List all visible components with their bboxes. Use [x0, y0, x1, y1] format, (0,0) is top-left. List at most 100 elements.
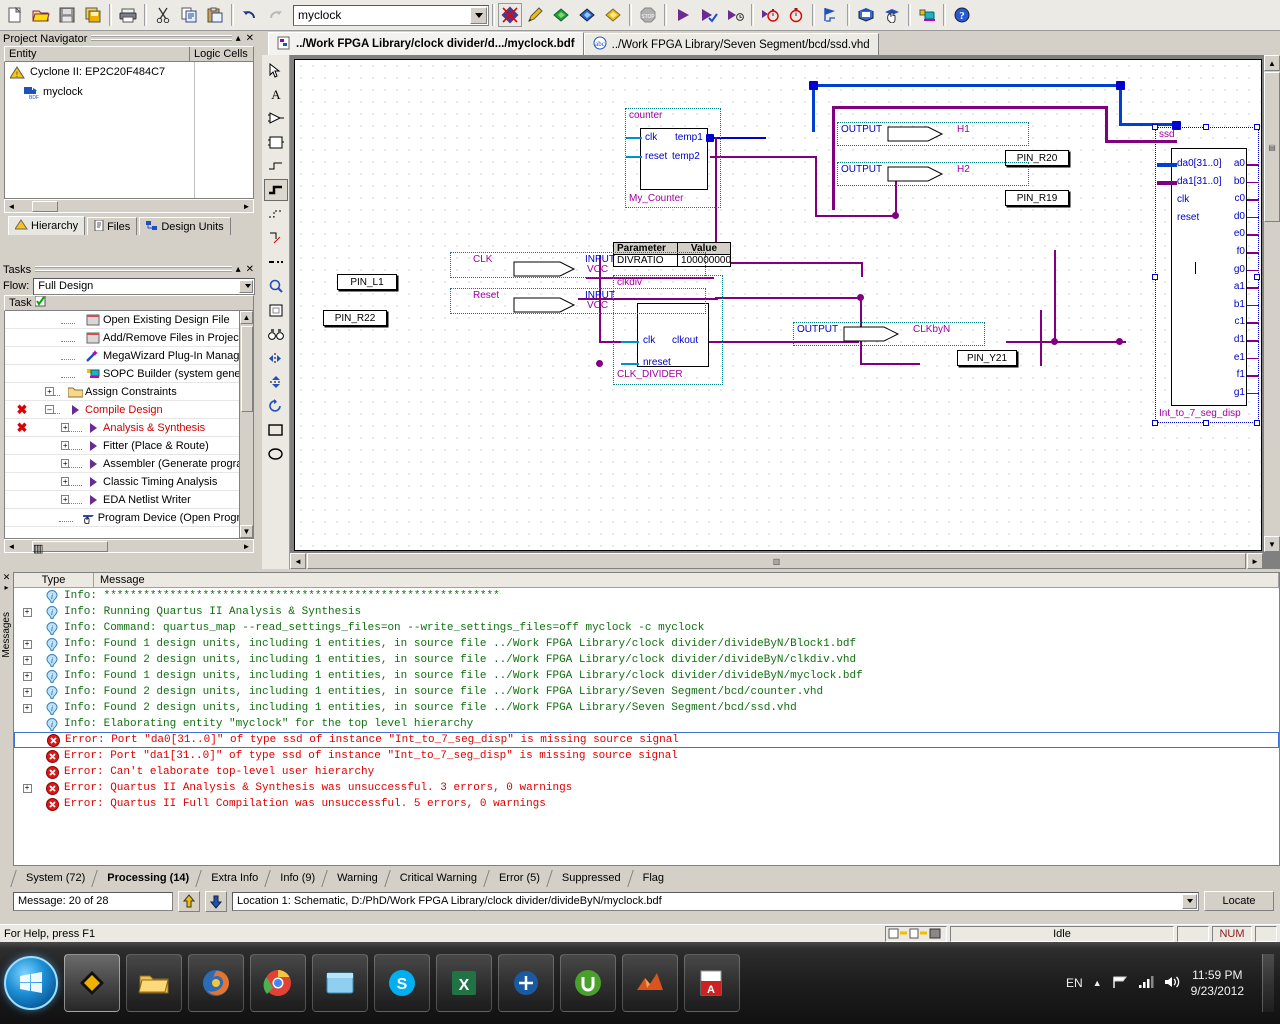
message-row[interactable]: Error: Port "da1[31..0]" of type ssd of … [14, 748, 1279, 764]
task-column-header[interactable]: Task [4, 295, 254, 311]
selection-handle-bl[interactable] [1152, 420, 1158, 426]
scroll-left-arrow-icon[interactable]: ◄ [290, 553, 306, 569]
message-row[interactable]: + i Info: Found 2 design units, including … [14, 700, 1279, 716]
taskbar-window[interactable] [312, 954, 368, 1012]
taskbar-chrome[interactable] [250, 954, 306, 1012]
chevron-down-icon[interactable] [239, 279, 253, 293]
taskbar-quartus2[interactable] [498, 954, 554, 1012]
message-tab[interactable]: Extra Info [198, 869, 268, 887]
message-tab[interactable]: Processing (14) [94, 869, 199, 887]
tool-block-rect-icon[interactable] [264, 131, 288, 153]
chevron-down-icon[interactable] [1182, 893, 1197, 909]
start-button[interactable] [4, 956, 58, 1010]
message-row[interactable]: + i Info: Found 1 design units, including … [14, 668, 1279, 684]
taskbar-explorer[interactable] [126, 954, 182, 1012]
task-row[interactable]: MegaWizard Plug-In Manage [5, 347, 253, 365]
message-expander-icon[interactable]: + [14, 671, 40, 681]
message-tab[interactable]: Suppressed [548, 869, 630, 887]
schematic-canvas[interactable]: counter clk reset temp1 temp2 My_Counter… [294, 59, 1262, 551]
taskbar-quartus[interactable] [64, 954, 120, 1012]
message-expander-icon[interactable]: + [14, 607, 40, 617]
checkmark-icon[interactable] [34, 295, 46, 310]
tool-rubberband-icon[interactable] [264, 227, 288, 249]
selection-handle-tl[interactable] [1152, 124, 1158, 130]
close-icon[interactable]: ✕ [3, 572, 11, 583]
entity-tree[interactable]: ! Cyclone II: EP2C20F484C7 BDF myclock [4, 62, 254, 199]
start-compilation-check-button[interactable] [696, 3, 722, 28]
message-tab[interactable]: Flag [629, 869, 674, 887]
tool-bus-line-icon[interactable] [263, 179, 288, 201]
start-compilation-button[interactable] [670, 3, 696, 28]
new-file-button[interactable] [2, 3, 28, 28]
collapse-icon[interactable]: ▴ [236, 33, 241, 44]
undo-button[interactable] [237, 3, 263, 28]
tool-binoculars-icon[interactable] [264, 323, 288, 345]
task-row[interactable]: Program Device (Open Programm [5, 509, 253, 527]
task-row[interactable]: SOPC Builder (system genera [5, 365, 253, 383]
task-expander-icon[interactable]: + [61, 477, 70, 486]
help-button[interactable]: ? [949, 3, 975, 28]
tab-hierarchy[interactable]: Hierarchy [8, 216, 86, 235]
tool-partial-line-icon[interactable] [264, 251, 288, 273]
clk-pin-assignment[interactable]: PIN_L1 [337, 274, 397, 290]
save-all-button[interactable] [80, 3, 106, 28]
edit-pencil-button[interactable] [522, 3, 548, 28]
message-row[interactable]: Error: Port "da0[31..0]" of type ssd of … [14, 732, 1279, 748]
locate-button[interactable]: Locate [1204, 891, 1274, 911]
taskbar-acrobat[interactable]: A [684, 954, 740, 1012]
scroll-thumb[interactable] [240, 326, 253, 412]
message-tab[interactable]: System (72) [13, 869, 95, 887]
message-expander-icon[interactable]: + [14, 783, 40, 793]
next-message-button[interactable] [205, 890, 227, 912]
task-row[interactable]: + EDA Netlist Writer [5, 491, 253, 509]
selection-handle-tm[interactable] [1203, 124, 1209, 130]
scroll-right-arrow-icon[interactable]: ► [240, 542, 253, 551]
entity-row-myclock[interactable]: BDF myclock [5, 82, 253, 102]
scroll-down-arrow-icon[interactable]: ▼ [1264, 536, 1280, 552]
clkbyn-pin-assignment[interactable]: PIN_Y21 [957, 350, 1017, 366]
location-combo[interactable]: Location 1: Schematic, D:/PhD/Work FPGA … [232, 891, 1199, 911]
start-analysis-elaboration-button[interactable] [722, 3, 748, 28]
message-row[interactable]: i Info: Command: quartus_map --read_setti… [14, 620, 1279, 636]
task-row[interactable]: Add/Remove Files in Project [5, 329, 253, 347]
redo-button[interactable] [263, 3, 289, 28]
close-icon[interactable]: ✕ [246, 33, 254, 44]
task-expander-icon[interactable]: – [45, 405, 54, 414]
message-tab[interactable]: Info (9) [267, 869, 325, 887]
scroll-up-arrow-icon[interactable]: ▲ [1264, 55, 1280, 71]
message-tab[interactable]: Warning [324, 869, 387, 887]
entity-combo[interactable]: myclock [293, 4, 489, 26]
volume-icon[interactable] [1164, 975, 1181, 992]
task-row[interactable]: ✖ – Compile Design [5, 401, 253, 419]
scroll-thumb[interactable]: ▥ [307, 553, 1246, 569]
selection-handle-tr[interactable] [1254, 124, 1260, 130]
entity-row-device[interactable]: ! Cyclone II: EP2C20F484C7 [5, 62, 253, 82]
task-row[interactable]: ✖ + Analysis & Synthesis [5, 419, 253, 437]
tool-selection-arrow[interactable] [264, 59, 288, 81]
tool-oval-icon[interactable] [264, 443, 288, 465]
taskbar-clock[interactable]: 11:59 PM 9/23/2012 [1191, 967, 1244, 999]
tool-magnifier-icon[interactable] [264, 275, 288, 297]
language-indicator[interactable]: EN [1066, 976, 1083, 990]
tab-files[interactable]: Files [87, 217, 138, 235]
taskbar-utorrent[interactable] [560, 954, 616, 1012]
analysis-synthesis-button[interactable] [548, 3, 574, 28]
selection-handle-ml[interactable] [1152, 274, 1158, 280]
scroll-right-arrow-icon[interactable]: ► [240, 202, 253, 211]
scroll-left-arrow-icon[interactable]: ◄ [5, 542, 18, 551]
close-icon[interactable]: ✕ [246, 264, 254, 275]
flow-combo[interactable]: Full Design [33, 277, 255, 295]
scroll-thumb[interactable] [32, 200, 58, 212]
messages-grid[interactable]: Type Message i Info: ********************… [13, 572, 1280, 866]
task-row[interactable]: Open Existing Design File [5, 311, 253, 329]
column-type[interactable]: Type [14, 573, 94, 587]
device-button[interactable] [914, 3, 940, 28]
clk-input-symbol[interactable] [513, 261, 581, 277]
tool-symbol-icon[interactable] [264, 107, 288, 129]
expand-icon[interactable]: ▸ [4, 583, 8, 592]
taskbar-skype[interactable]: S [374, 954, 430, 1012]
scroll-down-arrow-icon[interactable]: ▼ [240, 525, 253, 538]
scroll-up-arrow-icon[interactable]: ▲ [240, 311, 253, 324]
scroll-thumb[interactable]: ▤ [1264, 72, 1280, 222]
chevron-down-icon[interactable] [470, 6, 487, 24]
